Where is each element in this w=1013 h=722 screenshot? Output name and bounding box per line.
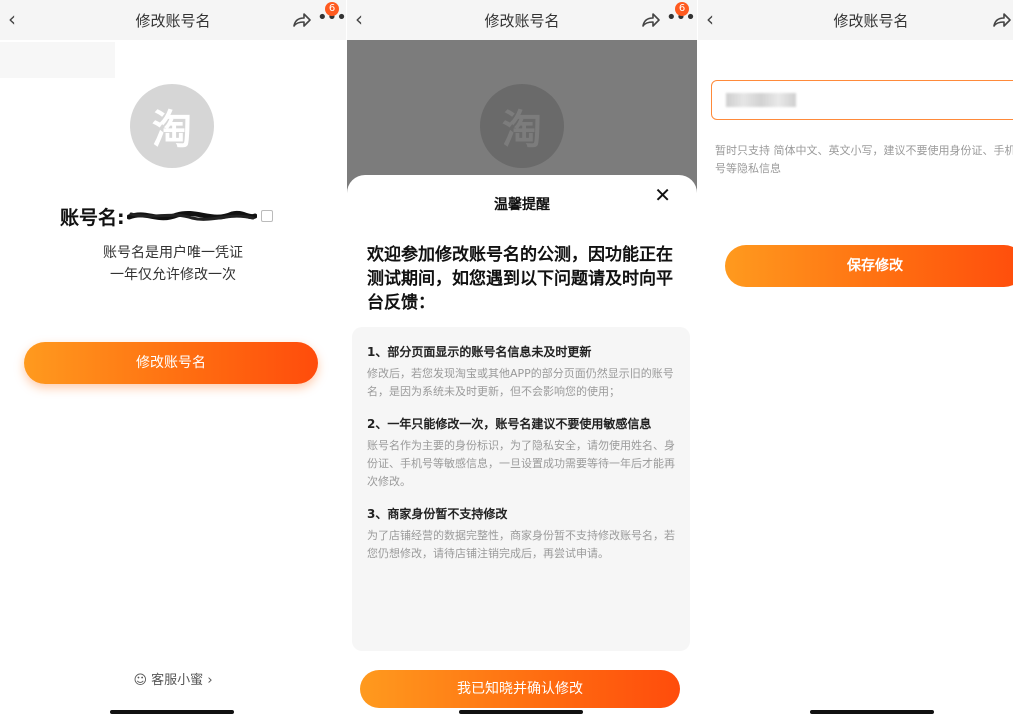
save-changes-button[interactable]: 保存修改 bbox=[725, 245, 1013, 287]
notification-badge: 6 bbox=[325, 2, 339, 16]
taobao-logo-glyph: 淘 bbox=[152, 106, 192, 153]
dialog-heading: 欢迎参加修改账号名的公测，因功能正在测试期间，如您遇到以下问题请及时向平台反馈： bbox=[367, 245, 673, 313]
notice-bottom-sheet: 温馨提醒 ✕ 欢迎参加修改账号名的公测，因功能正在测试期间，如您遇到以下问题请及… bbox=[347, 175, 697, 722]
chevron-right-icon: › bbox=[207, 673, 213, 688]
dialog-title: 温馨提醒 bbox=[494, 197, 550, 213]
home-indicator bbox=[810, 710, 934, 714]
screen-edit-account-name: ‹ 修改账号名 暂时只支持 简体中文、英文小写，建议不要使用身份证、手机号等隐私… bbox=[698, 0, 1013, 722]
account-name-input[interactable] bbox=[711, 80, 1013, 120]
notice-item-body: 修改后，若您发现淘宝或其他APP的部分页面仍然显示旧的账号名，是因为系统未及时更… bbox=[367, 367, 674, 398]
home-indicator bbox=[459, 710, 583, 714]
notice-item-title: 3、商家身份暂不支持修改 bbox=[367, 507, 508, 521]
confirm-modify-button[interactable]: 我已知晓并确认修改 bbox=[360, 670, 680, 708]
notification-badge: 6 bbox=[675, 2, 689, 16]
page-title: 修改账号名 bbox=[833, 12, 909, 30]
notice-item-body: 账号名作为主要的身份标识，为了隐私安全，请勿使用姓名、身份证、手机号等敏感信息，… bbox=[367, 439, 675, 488]
service-bee-icon: ☺ bbox=[133, 673, 148, 688]
notice-item-title: 2、一年只能修改一次，账号名建议不要使用敏感信息 bbox=[367, 417, 652, 431]
customer-service-label: 客服小蜜 bbox=[151, 673, 204, 688]
top-nav-bar: ‹ 修改账号名 bbox=[698, 0, 1013, 40]
info-line-once-a-year: 一年仅允许修改一次 bbox=[110, 267, 236, 283]
top-nav-bar: ‹ 修改账号名 ••• 6 bbox=[0, 0, 346, 40]
share-icon[interactable] bbox=[290, 9, 312, 31]
share-icon[interactable] bbox=[990, 9, 1012, 31]
close-icon[interactable]: ✕ bbox=[654, 185, 671, 205]
blurred-input-value bbox=[726, 93, 796, 107]
modify-account-name-button[interactable]: 修改账号名 bbox=[24, 342, 318, 384]
copy-icon[interactable] bbox=[260, 210, 273, 222]
taobao-logo-glyph: 淘 bbox=[502, 106, 542, 153]
share-icon[interactable] bbox=[639, 9, 661, 31]
avatar: 淘 bbox=[130, 84, 214, 168]
notice-item: 1、部分页面显示的账号名信息未及时更新 修改后，若您发现淘宝或其他APP的部分页… bbox=[367, 343, 676, 401]
input-hint: 暂时只支持 简体中文、英文小写，建议不要使用身份证、手机号等隐私信息 bbox=[715, 144, 1013, 175]
info-line-unique: 账号名是用户唯一凭证 bbox=[103, 245, 243, 261]
notice-item-title: 1、部分页面显示的账号名信息未及时更新 bbox=[367, 345, 592, 359]
background-placeholder bbox=[0, 42, 115, 78]
customer-service-link[interactable]: ☺ 客服小蜜 › bbox=[0, 669, 346, 688]
top-nav-bar: ‹ 修改账号名 ••• 6 bbox=[347, 0, 697, 40]
account-name-row: 账号名: bbox=[60, 203, 273, 229]
screen-notice-dialog: ‹ 修改账号名 ••• 6 淘 温馨提醒 ✕ 欢迎参加修改账号名的公测，因功能正… bbox=[347, 0, 697, 722]
notice-item: 3、商家身份暂不支持修改 为了店铺经营的数据完整性，商家身份暂不支持修改账号名，… bbox=[367, 505, 676, 563]
home-indicator bbox=[110, 710, 234, 714]
redacted-account-name bbox=[126, 210, 257, 221]
avatar: 淘 bbox=[480, 84, 564, 168]
notice-list: 1、部分页面显示的账号名信息未及时更新 修改后，若您发现淘宝或其他APP的部分页… bbox=[352, 327, 690, 651]
notice-item-body: 为了店铺经营的数据完整性，商家身份暂不支持修改账号名，若您仍想修改，请待店铺注销… bbox=[367, 529, 675, 560]
screen-account-name: ‹ 修改账号名 ••• 6 淘 账号名: 账号名是用户唯一凭证 一年仅允许修改一… bbox=[0, 0, 346, 722]
notice-item: 2、一年只能修改一次，账号名建议不要使用敏感信息 账号名作为主要的身份标识，为了… bbox=[367, 415, 676, 491]
account-name-label: 账号名: bbox=[60, 206, 125, 229]
